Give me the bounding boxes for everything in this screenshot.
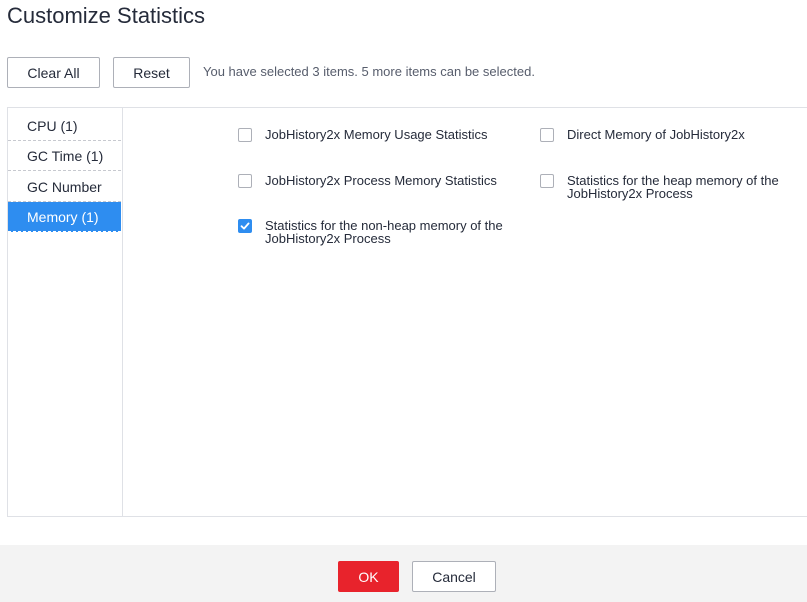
dialog-footer: OK Cancel — [0, 545, 807, 602]
selection-info: You have selected 3 items. 5 more items … — [203, 64, 535, 79]
checkbox[interactable] — [540, 128, 554, 142]
option-label: JobHistory2x Memory Usage Statistics — [265, 127, 488, 142]
category-sidebar: CPU (1) GC Time (1) GC Number Memory (1) — [8, 108, 123, 516]
option-label: Statistics for the heap memory of the Jo… — [567, 173, 779, 201]
cancel-button[interactable]: Cancel — [412, 561, 496, 592]
reset-button[interactable]: Reset — [113, 57, 190, 88]
category-gc-time[interactable]: GC Time (1) — [8, 141, 121, 171]
checkmark-icon — [240, 222, 250, 230]
checkbox[interactable] — [238, 174, 252, 188]
checkbox[interactable] — [238, 128, 252, 142]
checkbox[interactable] — [540, 174, 554, 188]
dialog-title: Customize Statistics — [7, 3, 206, 28]
clear-all-button[interactable]: Clear All — [7, 57, 100, 88]
category-gc-number[interactable]: GC Number — [8, 172, 121, 202]
checkbox-checked[interactable] — [238, 219, 252, 233]
category-cpu[interactable]: CPU (1) — [8, 111, 121, 141]
option-label: Direct Memory of JobHistory2x — [567, 127, 745, 142]
statistics-panel: CPU (1) GC Time (1) GC Number Memory (1) — [7, 107, 807, 517]
ok-button[interactable]: OK — [338, 561, 399, 592]
category-memory[interactable]: Memory (1) — [8, 202, 121, 232]
option-label: JobHistory2x Process Memory Statistics — [265, 173, 497, 188]
option-label: Statistics for the non-heap memory of th… — [265, 218, 503, 246]
